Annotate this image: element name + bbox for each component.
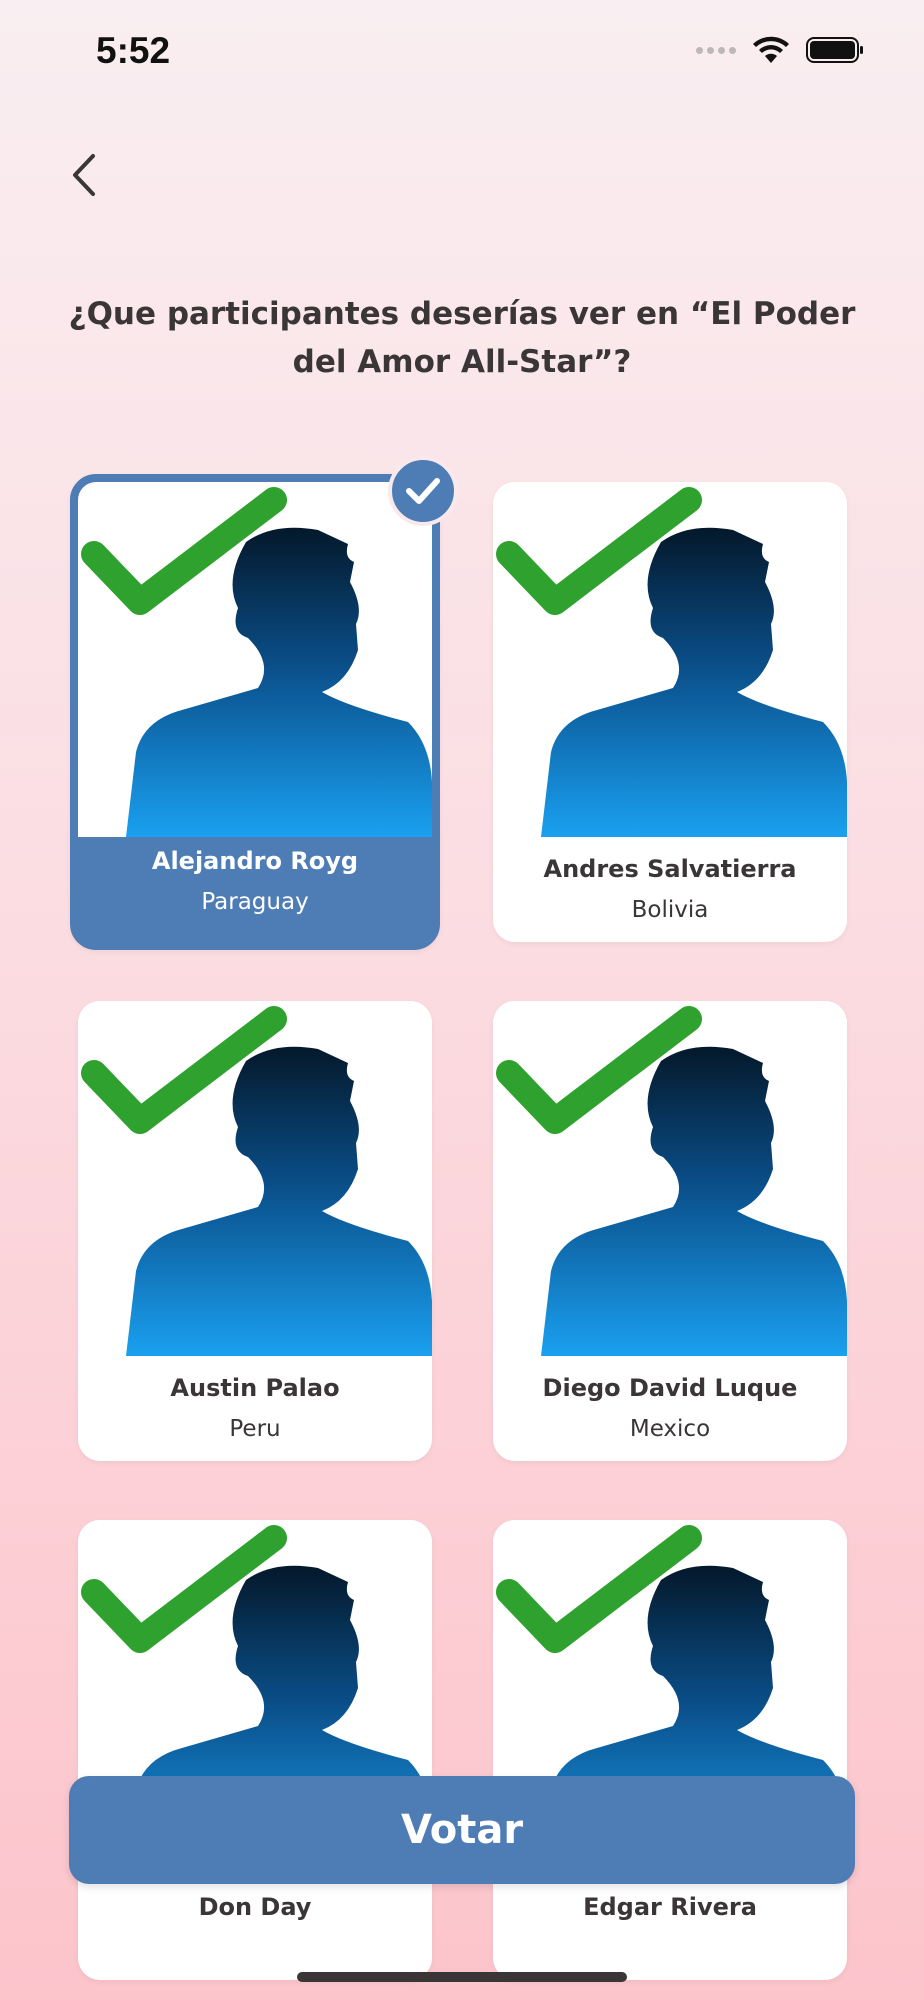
participant-name: Diego David Luque: [542, 1374, 798, 1402]
participant-photo: [78, 482, 432, 837]
selected-check-badge: [388, 456, 458, 526]
participant-card[interactable]: Alejandro Royg Paraguay: [70, 474, 440, 950]
participant-card[interactable]: Andres Salvatierra Bolivia: [493, 482, 847, 942]
profile-silhouette-icon: [81, 487, 432, 837]
home-indicator: [297, 1972, 627, 1982]
participant-photo: [78, 1001, 432, 1356]
vote-button[interactable]: Votar: [69, 1776, 855, 1884]
participant-name: Don Day: [198, 1893, 312, 1921]
participant-country: Peru: [229, 1416, 281, 1442]
profile-silhouette-icon: [496, 1006, 847, 1356]
participant-name: Andres Salvatierra: [543, 855, 797, 883]
participant-name: Austin Palao: [170, 1374, 340, 1402]
participant-country: Mexico: [629, 1416, 711, 1442]
participant-country: Paraguay: [201, 889, 309, 915]
participant-card[interactable]: Don Day: [78, 1520, 432, 1980]
participant-name: Edgar Rivera: [583, 1893, 757, 1921]
participant-card[interactable]: Austin Palao Peru: [78, 1001, 432, 1461]
checkmark-icon: [406, 478, 440, 504]
participant-country: Bolivia: [631, 897, 709, 923]
participants-grid: Alejandro Royg Paraguay Andres Salvatier…: [0, 0, 924, 2000]
participant-card[interactable]: Diego David Luque Mexico: [493, 1001, 847, 1461]
participant-photo: [493, 1001, 847, 1356]
participant-photo: [493, 482, 847, 837]
participant-card[interactable]: Edgar Rivera: [493, 1520, 847, 1980]
participant-name: Alejandro Royg: [151, 847, 359, 875]
profile-silhouette-icon: [496, 487, 847, 837]
profile-silhouette-icon: [81, 1006, 432, 1356]
